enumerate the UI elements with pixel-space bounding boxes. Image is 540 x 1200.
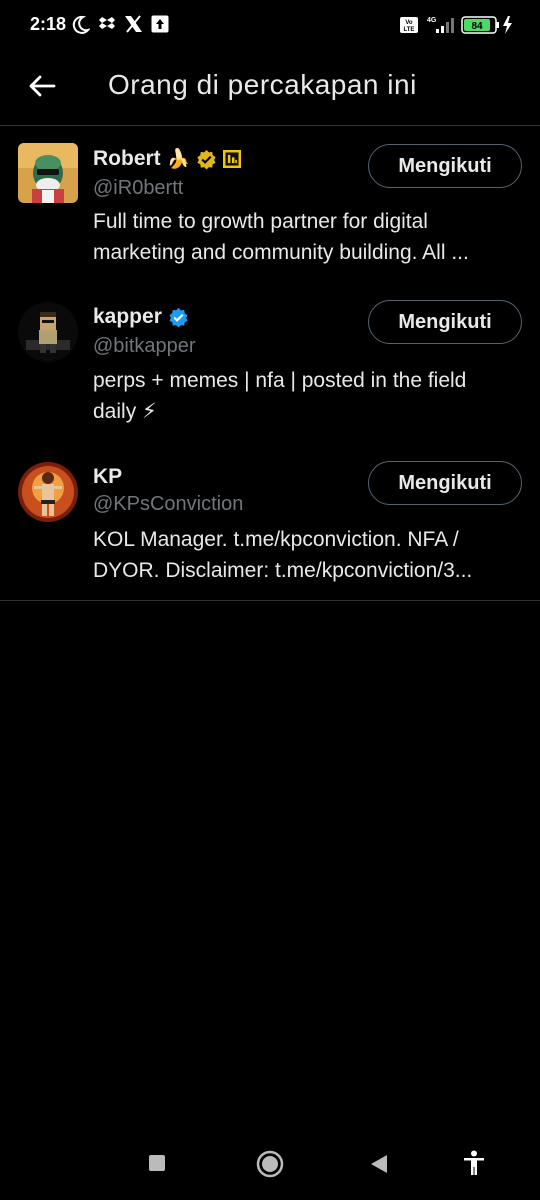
svg-text:Vo: Vo bbox=[405, 20, 413, 26]
list-item[interactable]: kapper @bitkapper perps + memes | nfa | … bbox=[0, 284, 540, 444]
svg-text:84: 84 bbox=[471, 21, 483, 32]
back-nav-button[interactable] bbox=[370, 1154, 388, 1179]
display-name: kapper bbox=[93, 305, 162, 328]
verified-gold-badge-icon bbox=[197, 149, 216, 170]
accessibility-button[interactable] bbox=[462, 1150, 486, 1181]
status-time: 2:18 bbox=[30, 14, 67, 34]
banana-emoji: 🍌 bbox=[166, 149, 191, 170]
triangle-back-icon bbox=[371, 1155, 387, 1173]
moon-icon bbox=[72, 15, 91, 40]
verified-blue-badge-icon bbox=[169, 307, 188, 328]
user-name-line: Robert 🍌 bbox=[93, 147, 242, 171]
status-right: Vo LTE 4G 84 bbox=[400, 14, 518, 36]
user-bio: perps + memes | nfa | posted in the fiel… bbox=[93, 365, 523, 427]
bio-line: perps + memes | nfa | posted in the fiel… bbox=[93, 369, 467, 392]
avatar[interactable] bbox=[18, 302, 78, 362]
list-divider bbox=[0, 600, 540, 601]
user-handle: @KPsConviction bbox=[93, 493, 244, 515]
bio-line: Full time to growth partner for digital bbox=[93, 210, 428, 233]
user-handle: @bitkapper bbox=[93, 335, 196, 357]
bio-line: DYOR. Disclaimer: t.me/kpconviction/3... bbox=[93, 559, 473, 582]
upload-icon bbox=[151, 15, 169, 38]
bio-line: marketing and community building. All ..… bbox=[93, 241, 469, 264]
user-list: Robert 🍌 @iR0bertt Full time to growth p… bbox=[0, 127, 540, 600]
following-button[interactable]: Mengikuti bbox=[368, 300, 522, 344]
svg-text:LTE: LTE bbox=[404, 27, 415, 33]
following-button[interactable]: Mengikuti bbox=[368, 461, 522, 505]
home-button[interactable] bbox=[256, 1150, 284, 1183]
bio-line: daily ⚡ bbox=[93, 400, 157, 423]
affiliate-logo-icon bbox=[223, 150, 242, 168]
system-nav-bar bbox=[0, 1130, 540, 1200]
user-name-line: KP bbox=[93, 465, 122, 489]
recents-button[interactable] bbox=[148, 1154, 166, 1177]
accessibility-icon bbox=[464, 1150, 484, 1175]
display-name: KP bbox=[93, 465, 123, 488]
back-button[interactable] bbox=[22, 66, 62, 106]
user-name-line: kapper bbox=[93, 305, 189, 329]
back-arrow-icon bbox=[29, 75, 56, 97]
avatar[interactable] bbox=[18, 462, 78, 522]
list-item[interactable]: Robert 🍌 @iR0bertt Full time to growth p… bbox=[0, 127, 540, 284]
x-app-icon bbox=[124, 15, 143, 38]
status-bar: 2:18 Vo LTE 4G 84 bbox=[0, 0, 540, 52]
square-icon bbox=[149, 1155, 165, 1171]
display-name: Robert bbox=[93, 147, 161, 170]
avatar[interactable] bbox=[18, 143, 78, 203]
dropbox-icon bbox=[98, 15, 116, 38]
list-item[interactable]: KP @KPsConviction KOL Manager. t.me/kpco… bbox=[0, 444, 540, 600]
following-button[interactable]: Mengikuti bbox=[368, 144, 522, 188]
top-app-bar: Orang di percakapan ini bbox=[0, 52, 540, 126]
user-bio: KOL Manager. t.me/kpconviction. NFA / DY… bbox=[93, 524, 523, 586]
home-circle-icon bbox=[256, 1150, 284, 1178]
page-title: Orang di percakapan ini bbox=[108, 69, 417, 100]
bio-line: KOL Manager. t.me/kpconviction. NFA / bbox=[93, 528, 459, 551]
user-bio: Full time to growth partner for digital … bbox=[93, 206, 523, 268]
user-handle: @iR0bertt bbox=[93, 177, 184, 199]
svg-text:4G: 4G bbox=[427, 17, 437, 24]
